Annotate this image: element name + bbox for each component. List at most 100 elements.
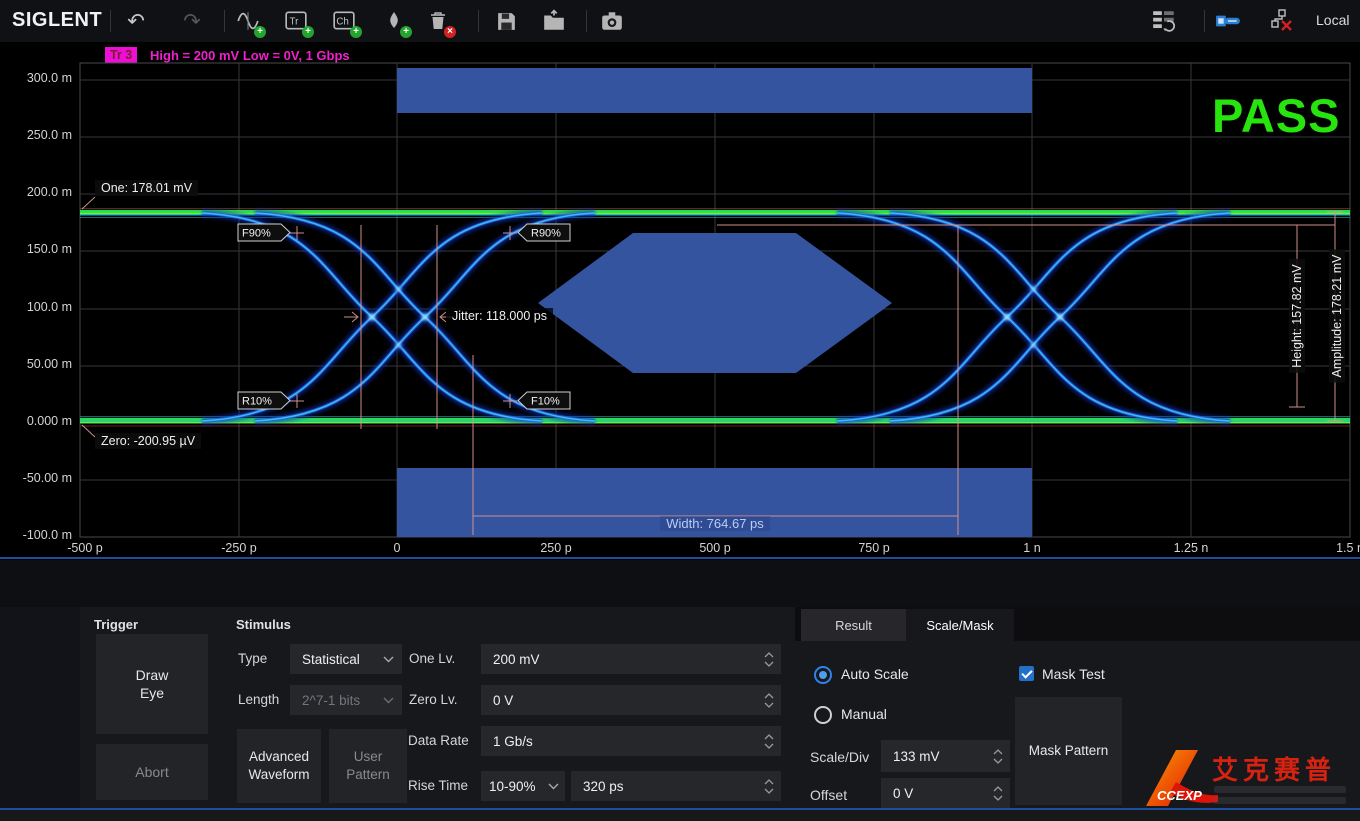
add-marker-button[interactable] — [380, 7, 408, 35]
jitter-readout: Jitter: 118.000 ps — [446, 308, 553, 324]
redo-icon: ↷ — [183, 11, 201, 32]
spinner-arrows[interactable] — [764, 693, 781, 708]
chevron-down-icon — [764, 788, 774, 794]
save-button[interactable] — [492, 7, 520, 35]
add-measurement-button[interactable] — [234, 7, 262, 35]
tab-result[interactable]: Result — [801, 609, 906, 641]
rise-time-value: 320 ps — [571, 779, 624, 794]
acquisition-list-button[interactable] — [1150, 7, 1178, 35]
data-rate-value: 1 Gb/s — [481, 734, 533, 749]
toolbar-separator — [586, 10, 587, 32]
network-status[interactable] — [1268, 7, 1296, 35]
x-axis-tick: 750 p — [839, 541, 909, 555]
spinner-arrows[interactable] — [764, 779, 781, 794]
add-channel-button[interactable]: Ch — [330, 7, 358, 35]
rise-time-input[interactable]: 320 ps — [571, 771, 781, 801]
advanced-waveform-button[interactable]: Advanced Waveform — [237, 729, 321, 803]
zero-level-value: 0 V — [481, 693, 513, 708]
y-axis-tick: 200.0 m — [2, 185, 72, 199]
manual-radio[interactable] — [814, 706, 832, 724]
siglent-logo: SIGLENT — [12, 9, 102, 32]
undo-button[interactable]: ↶ — [122, 7, 150, 35]
y-axis-tick: 100.0 m — [2, 300, 72, 314]
abort-label: Abort — [135, 763, 168, 781]
zero-level-label: Zero Lv. — [409, 692, 458, 707]
stimulus-group-title: Stimulus — [236, 617, 291, 632]
toolbar-separator — [478, 10, 479, 32]
auto-scale-label: Auto Scale — [841, 666, 909, 682]
chevron-up-icon — [764, 734, 774, 740]
y-axis-tick: 0.000 m — [2, 414, 72, 428]
x-axis-tick: 1.5 n — [1315, 541, 1360, 555]
mask-top-region — [397, 68, 1032, 113]
eye-diagram-plot: F90% R90% R10% F10% — [0, 42, 1360, 560]
delete-badge-icon — [444, 26, 456, 38]
x-axis-tick: 0 — [362, 541, 432, 555]
panel-sidebar: Setup TDR/TDT Eye/Mask — [0, 607, 80, 808]
scale-div-input[interactable]: 133 mV — [881, 740, 1010, 772]
chevron-up-icon — [764, 652, 774, 658]
length-dropdown[interactable]: 2^7-1 bits — [290, 685, 402, 715]
one-level-readout: One: 178.01 mV — [95, 180, 198, 196]
width-readout: Width: 764.67 ps — [660, 516, 770, 531]
r90-flag: R90% — [531, 228, 561, 240]
mask-pattern-button[interactable]: Mask Pattern — [1015, 697, 1122, 805]
one-level-input[interactable]: 200 mV — [481, 644, 781, 674]
tab-scale-mask[interactable]: Scale/Mask — [906, 609, 1014, 641]
top-toolbar: SIGLENT ↶ ↷ Tr Ch — [0, 0, 1360, 42]
abort-button[interactable]: Abort — [96, 744, 208, 800]
offset-input[interactable]: 0 V — [881, 778, 1010, 808]
open-button[interactable] — [540, 7, 568, 35]
network-error-icon — [1270, 9, 1294, 33]
local-remote-label[interactable]: Local — [1316, 12, 1349, 28]
x-axis-tick: 1.25 n — [1156, 541, 1226, 555]
toolbar-separator — [110, 10, 111, 32]
mask-test-pass-indicator: PASS — [1212, 88, 1341, 143]
mask-pattern-label: Mask Pattern — [1029, 742, 1109, 760]
type-dropdown[interactable]: Statistical — [290, 644, 402, 674]
x-axis-tick: 1 n — [997, 541, 1067, 555]
undo-icon: ↶ — [127, 11, 145, 32]
chevron-down-icon — [764, 661, 774, 667]
y-axis-tick: 300.0 m — [2, 71, 72, 85]
usb-status[interactable] — [1214, 7, 1242, 35]
offset-value: 0 V — [881, 786, 913, 801]
offset-label: Offset — [810, 787, 847, 803]
manual-label: Manual — [841, 706, 887, 722]
zero-level-input[interactable]: 0 V — [481, 685, 781, 715]
chevron-up-icon — [764, 693, 774, 699]
chevron-down-icon — [993, 758, 1003, 764]
draw-eye-button[interactable]: Draw Eye — [96, 634, 208, 734]
mask-test-checkbox[interactable] — [1019, 666, 1034, 681]
chevron-up-icon — [764, 779, 774, 785]
r10-flag: R10% — [242, 396, 272, 408]
data-rate-input[interactable]: 1 Gb/s — [481, 726, 781, 756]
chevron-down-icon — [764, 743, 774, 749]
delete-button[interactable] — [424, 7, 452, 35]
one-level-value: 200 mV — [481, 652, 540, 667]
x-axis-tick: 250 p — [521, 541, 591, 555]
user-pattern-button[interactable]: User Pattern — [329, 729, 407, 803]
spinner-arrows[interactable] — [764, 734, 781, 749]
redo-button[interactable]: ↷ — [178, 7, 206, 35]
bottom-strip — [0, 810, 1360, 821]
y-axis-tick: -50.00 m — [2, 471, 72, 485]
rise-time-range-dropdown[interactable]: 10-90% — [481, 771, 565, 801]
spinner-arrows[interactable] — [993, 786, 1010, 801]
y-axis-tick: -100.0 m — [2, 528, 72, 542]
add-trace-button[interactable]: Tr — [282, 7, 310, 35]
spinner-arrows[interactable] — [764, 652, 781, 667]
screenshot-button[interactable] — [598, 7, 626, 35]
f10-flag: F10% — [531, 396, 560, 408]
acquisition-list-icon — [1151, 8, 1177, 34]
rise-time-label: Rise Time — [408, 778, 468, 793]
chevron-down-icon — [764, 702, 774, 708]
toolbar-separator — [1204, 10, 1205, 32]
x-axis-tick: 500 p — [680, 541, 750, 555]
add-badge-icon — [302, 26, 314, 38]
user-pattern-label: User Pattern — [338, 748, 398, 784]
y-axis-tick: 250.0 m — [2, 128, 72, 142]
toolbar-separator — [224, 10, 225, 32]
spinner-arrows[interactable] — [993, 749, 1010, 764]
auto-scale-radio[interactable] — [814, 666, 832, 684]
